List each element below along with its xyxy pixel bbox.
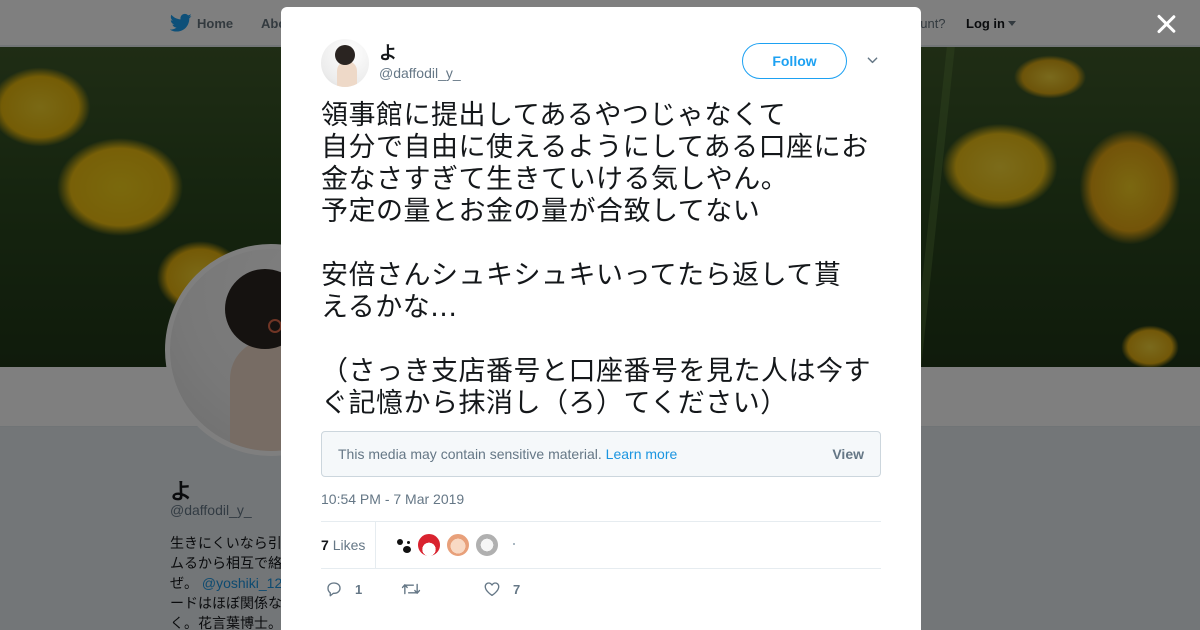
sensitive-media-notice: This media may contain sensitive materia…: [321, 431, 881, 477]
chevron-down-icon[interactable]: [867, 55, 878, 66]
liker-dot: [513, 543, 515, 545]
liker-avatar[interactable]: [391, 533, 415, 557]
like-count: 7: [513, 582, 521, 597]
reply-icon: [327, 582, 341, 597]
tweet-author-handle[interactable]: @daffodil_y_: [379, 65, 461, 81]
tweet-text: 領事館に提出してあるやつじゃなくて 自分で自由に使えるようにしてある口座にお 金…: [321, 100, 891, 420]
liker-avatar[interactable]: [475, 533, 499, 557]
liker-avatar[interactable]: [417, 533, 441, 557]
liker-avatar[interactable]: [446, 533, 470, 557]
retweet-icon: [401, 583, 421, 595]
tweet-stats: 7 Likes: [321, 521, 881, 569]
tweet-modal: よ @daffodil_y_ Follow 領事館に提出してあるやつじゃなくて …: [281, 7, 921, 630]
tweet-paragraph: 領事館に提出してあるやつじゃなくて 自分で自由に使えるようにしてある口座にお 金…: [321, 100, 869, 227]
sensitive-message: This media may contain sensitive materia…: [338, 446, 602, 462]
tweet-paragraph: 安倍さんシュキシュキいってたら返して貰 えるかな...: [321, 260, 842, 323]
learn-more-link[interactable]: Learn more: [606, 446, 678, 462]
likes-label: Likes: [332, 537, 366, 553]
avatar-photo-icon[interactable]: [321, 39, 369, 87]
tweet-author-name[interactable]: よ: [379, 39, 397, 65]
heart-icon: [484, 582, 500, 597]
close-modal-button[interactable]: [1154, 12, 1178, 36]
likes-count[interactable]: 7 Likes: [321, 537, 365, 553]
view-media-button[interactable]: View: [832, 446, 864, 462]
likes-number: 7: [321, 537, 329, 553]
tweet-timestamp[interactable]: 10:54 PM - 7 Mar 2019: [321, 491, 464, 507]
tweet-paragraph: （さっき支店番号と口座番号を見た人は今す ぐ記憶から抹消し（ろ）てください）: [321, 356, 871, 419]
reply-count: 1: [355, 582, 363, 597]
follow-button[interactable]: Follow: [742, 43, 847, 79]
stats-divider: [375, 522, 376, 569]
